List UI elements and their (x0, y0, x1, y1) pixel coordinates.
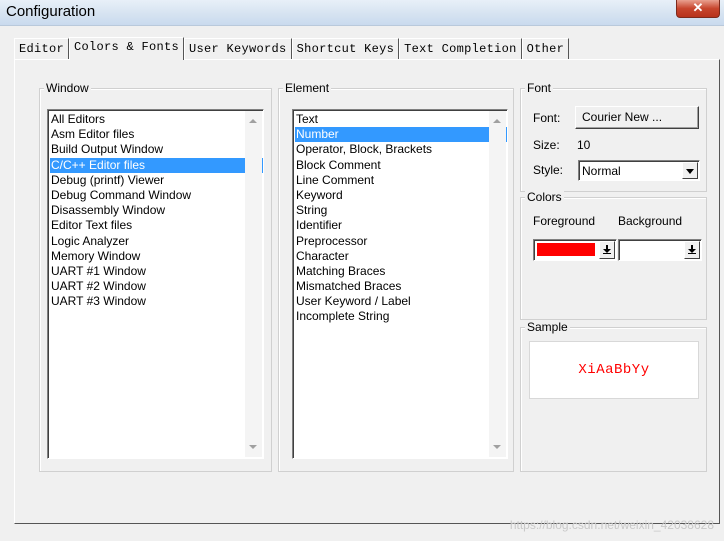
element-list-item[interactable]: Identifier (295, 218, 507, 233)
background-dropdown-button[interactable] (684, 241, 700, 259)
tab-text-completion[interactable]: Text Completion (399, 38, 522, 59)
style-label: Style: (533, 163, 564, 177)
element-list-item[interactable]: Preprocessor (295, 234, 507, 249)
background-label: Background (618, 214, 683, 228)
foreground-label: Foreground (533, 214, 596, 228)
element-list-item[interactable]: Text (295, 112, 507, 127)
foreground-color-swatch (537, 243, 595, 256)
element-list-item[interactable]: Incomplete String (295, 309, 507, 324)
element-list-item[interactable]: Matching Braces (295, 264, 507, 279)
tab-user-keywords[interactable]: User Keywords (184, 38, 292, 59)
element-listbox-scrollbar[interactable] (489, 111, 506, 457)
window-list-item[interactable]: Build Output Window (50, 142, 263, 157)
window-group: Window All Editors Asm Editor files Build … (39, 81, 272, 472)
element-group: Element Text Number Operator, Block, Brack… (278, 81, 514, 472)
scroll-down-icon[interactable] (249, 445, 257, 449)
window-list-item[interactable]: Debug Command Window (50, 188, 263, 203)
element-list-item[interactable]: Mismatched Braces (295, 279, 507, 294)
tab-colors-fonts[interactable]: Colors & Fonts (69, 37, 185, 60)
watermark: https://blog.csdn.net/weixin_42038628 (509, 518, 714, 532)
window-list-item[interactable]: UART #2 Window (50, 279, 263, 294)
font-group-legend: Font (525, 81, 554, 95)
element-list-item[interactable]: Operator, Block, Brackets (295, 142, 507, 157)
download-arrow-icon (688, 245, 696, 254)
close-icon: ✕ (692, 0, 704, 15)
window-list-item[interactable]: Debug (printf) Viewer (50, 173, 263, 188)
window-listbox[interactable]: All Editors Asm Editor files Build Output … (47, 109, 264, 459)
style-dropdown[interactable]: Normal (578, 160, 700, 181)
download-arrow-icon (603, 245, 611, 254)
tab-other[interactable]: Other (521, 38, 570, 59)
sample-group-legend: Sample (525, 320, 570, 334)
window-list-item[interactable]: Disassembly Window (50, 203, 263, 218)
element-list-item[interactable]: Block Comment (295, 158, 507, 173)
foreground-color-picker[interactable] (533, 239, 617, 261)
colors-group: Colors Foreground Background (520, 190, 707, 320)
window-group-legend: Window (44, 81, 91, 95)
chevron-down-icon (686, 169, 694, 174)
title-bar: Configuration ✕ (0, 0, 724, 26)
size-label: Size: (533, 138, 560, 152)
element-listbox[interactable]: Text Number Operator, Block, Brackets Block… (292, 109, 508, 459)
window-list-item[interactable]: Asm Editor files (50, 127, 263, 142)
window-list-item[interactable]: Logic Analyzer (50, 234, 263, 249)
element-list-item[interactable]: Line Comment (295, 173, 507, 188)
window-list-item[interactable]: UART #1 Window (50, 264, 263, 279)
tab-panel: Window All Editors Asm Editor files Build … (14, 59, 720, 524)
window-list-item[interactable]: Editor Text files (50, 218, 263, 233)
element-list-item[interactable]: Character (295, 249, 507, 264)
window-list-item[interactable]: UART #3 Window (50, 294, 263, 309)
element-list-item[interactable]: User Keyword / Label (295, 294, 507, 309)
window-list-item[interactable]: Memory Window (50, 249, 263, 264)
font-button-label: Courier New ... (582, 110, 663, 124)
sample-preview: XiAaBbYy (529, 341, 699, 399)
sample-text: XiAaBbYy (578, 362, 650, 378)
element-list-item[interactable]: Number (295, 127, 507, 143)
font-select-button[interactable]: Courier New ... (575, 106, 699, 129)
colors-group-legend: Colors (525, 190, 564, 204)
window-title: Configuration (6, 3, 96, 20)
scroll-down-icon[interactable] (493, 445, 501, 449)
element-group-legend: Element (283, 81, 332, 95)
style-dropdown-button[interactable] (682, 162, 698, 179)
element-list-item[interactable]: String (295, 203, 507, 218)
scroll-up-icon[interactable] (493, 119, 501, 123)
window-list-item[interactable]: C/C++ Editor files (50, 157, 263, 173)
tab-shortcut-keys[interactable]: Shortcut Keys (291, 38, 400, 59)
background-color-swatch (622, 243, 680, 256)
tab-strip: Editor Colors & Fonts User Keywords Shortcu… (14, 37, 570, 60)
foreground-dropdown-button[interactable] (599, 241, 615, 259)
style-value: Normal (582, 164, 621, 178)
background-color-picker[interactable] (618, 239, 702, 261)
size-value: 10 (577, 138, 591, 152)
close-button[interactable]: ✕ (676, 0, 720, 18)
window-list-item[interactable]: All Editors (50, 112, 263, 127)
sample-group: Sample XiAaBbYy (520, 320, 707, 472)
scroll-up-icon[interactable] (249, 119, 257, 123)
font-group: Font Font: Courier New ... Size: 10 Styl… (520, 81, 707, 192)
element-list-item[interactable]: Keyword (295, 188, 507, 203)
font-label: Font: (533, 111, 561, 125)
window-listbox-scrollbar[interactable] (245, 111, 262, 457)
tab-editor[interactable]: Editor (14, 38, 70, 59)
